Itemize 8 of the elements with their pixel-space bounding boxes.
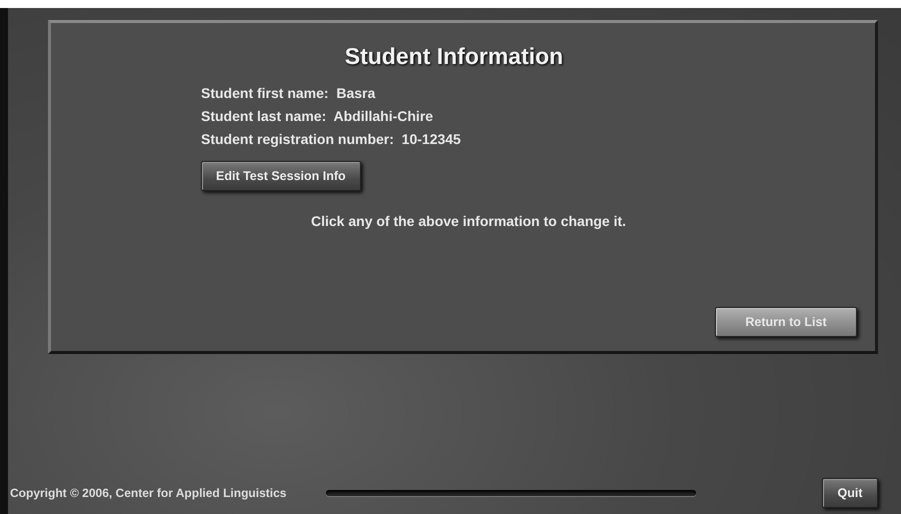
quit-button[interactable]: Quit	[822, 478, 878, 508]
student-info-field[interactable]: Student first name: Basra	[201, 82, 376, 105]
student-info-field[interactable]: Student last name: Abdillahi-Chire	[201, 105, 434, 128]
hint-text: Click any of the above information to change it.	[310, 213, 628, 229]
edit-session-button[interactable]: Edit Test Session Info	[201, 161, 361, 191]
student-info-field[interactable]: Student registration number: 10-12345	[201, 128, 461, 151]
copyright-text: Copyright © 2006, Center for Applied Linguistics	[9, 486, 286, 500]
panel-title: Student Information	[344, 43, 564, 70]
